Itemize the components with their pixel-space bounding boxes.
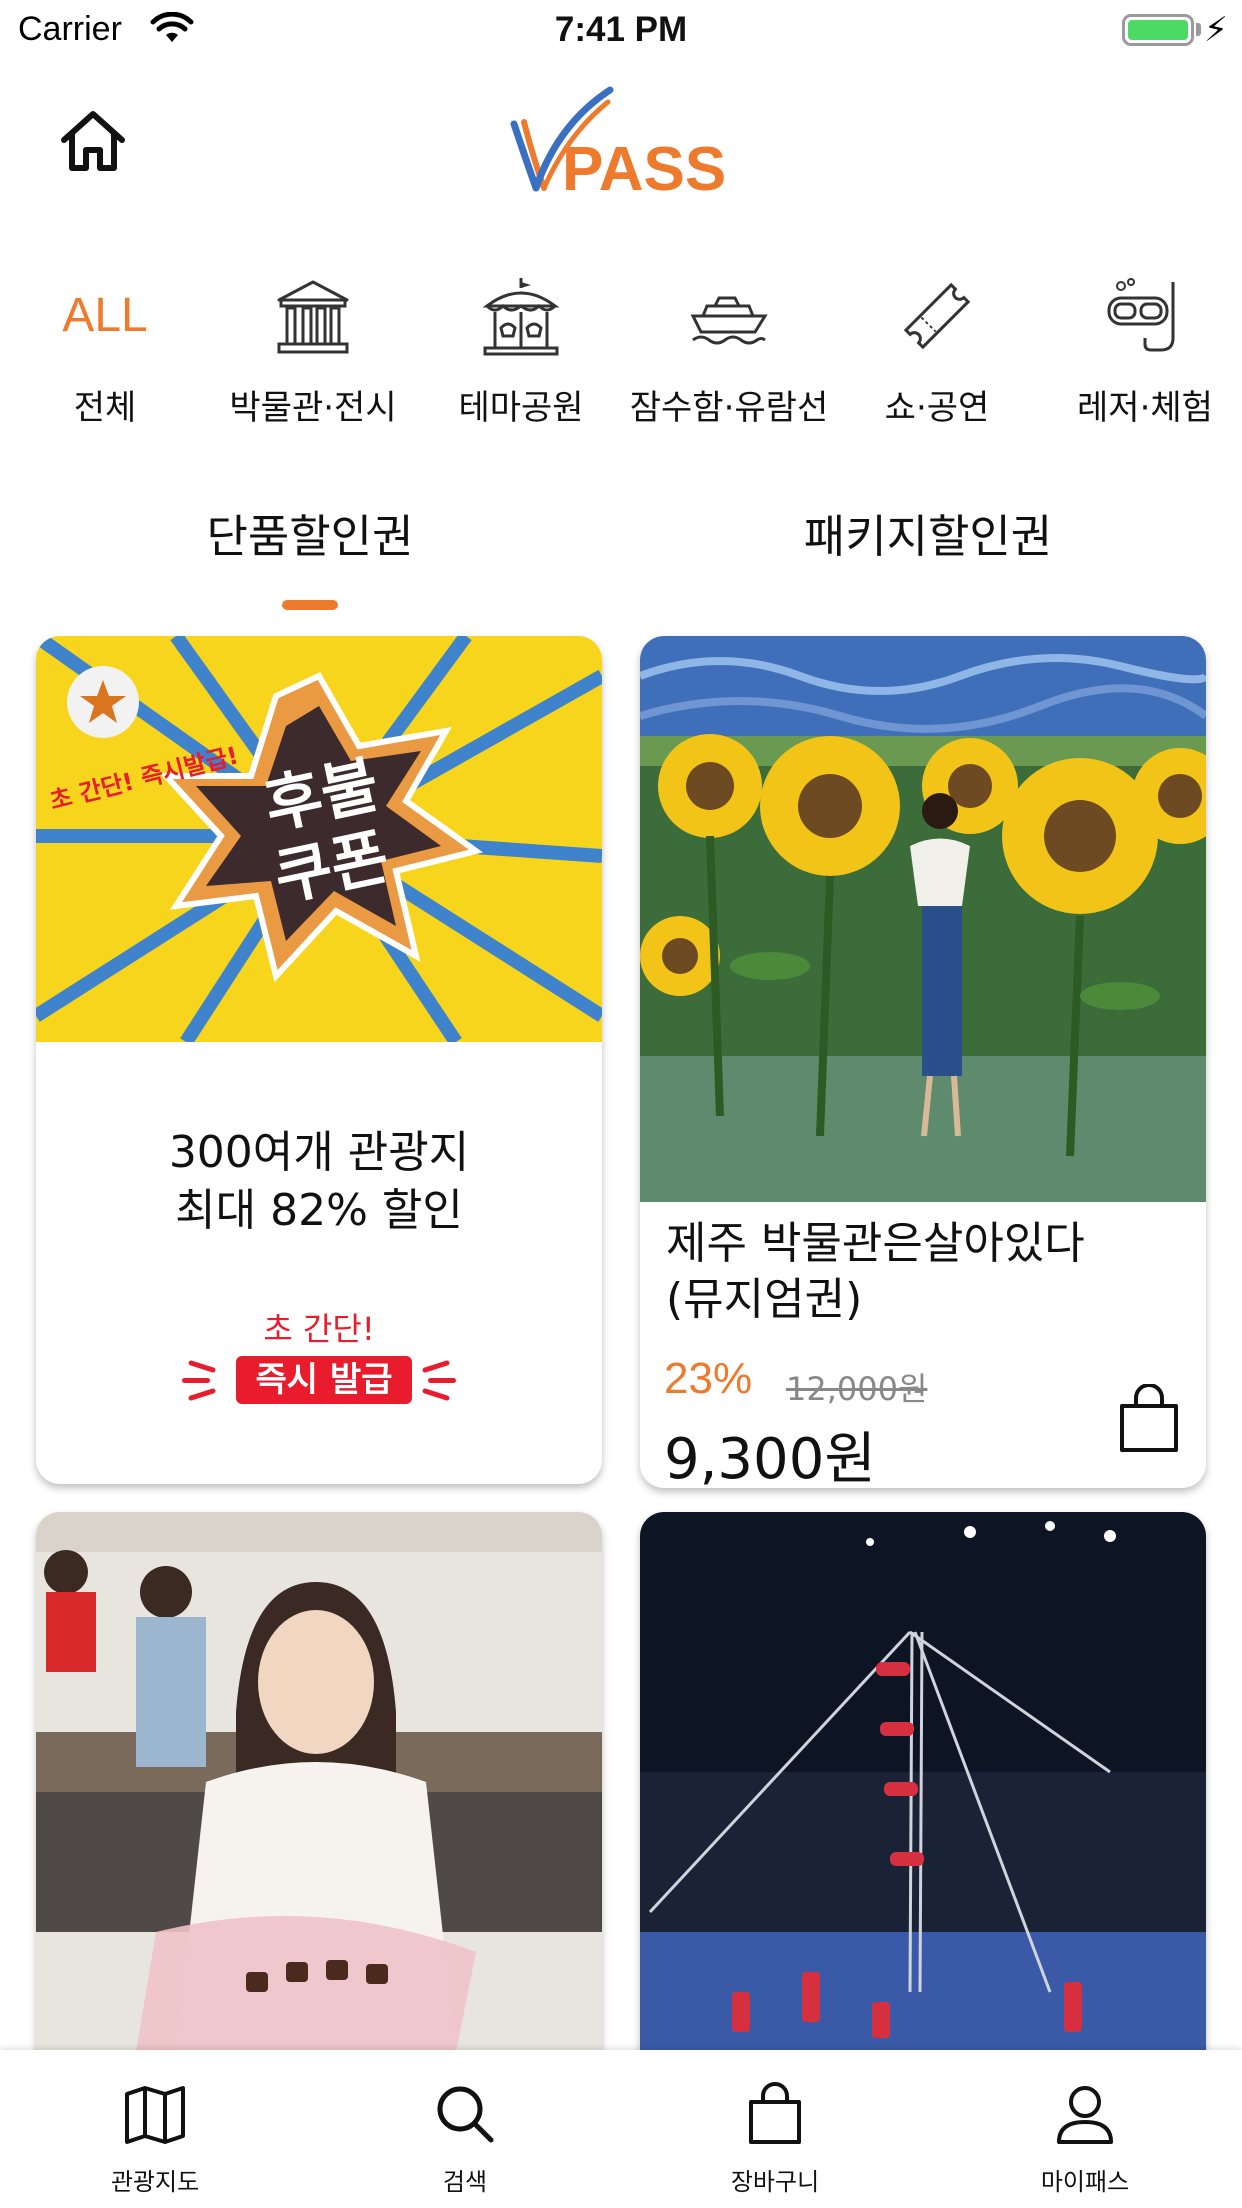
nav-my-pass[interactable]: 마이패스 xyxy=(985,2050,1185,2208)
chocolate-class-image xyxy=(36,1512,602,2052)
original-price: 12,000원 xyxy=(786,1370,928,1408)
pill-accent xyxy=(187,1387,217,1402)
category-leisure[interactable]: 레저·체험 xyxy=(1040,272,1242,432)
category-show[interactable]: 쇼·공연 xyxy=(832,272,1042,432)
clock: 7:41 PM xyxy=(554,10,688,49)
nav-label: 마이패스 xyxy=(1040,2168,1130,2196)
instant-issue-badge: 즉시 발급 xyxy=(236,1356,412,1404)
category-label: 레저·체험 xyxy=(1077,388,1213,428)
nav-search[interactable]: 검색 xyxy=(365,2050,565,2208)
user-icon xyxy=(1057,2086,1113,2144)
tab-package-discount[interactable]: 패키지할인권 xyxy=(728,500,1128,565)
category-theme-park[interactable]: 테마공원 xyxy=(416,272,626,432)
pill-accent xyxy=(187,1359,217,1374)
product-title-line-1: 제주 박물관은살아있다 xyxy=(666,1218,1085,1269)
pill-accent xyxy=(421,1359,451,1374)
charging-icon: ⚡ xyxy=(1204,10,1228,50)
nav-label: 검색 xyxy=(442,2168,488,2196)
search-icon xyxy=(437,2086,494,2143)
snorkel-icon xyxy=(1107,278,1175,352)
tab-indicator xyxy=(282,600,338,610)
pill-accent xyxy=(421,1387,451,1402)
pill-accent xyxy=(428,1378,456,1383)
acrobat-show-image xyxy=(640,1512,1206,2052)
shopping-bag-icon xyxy=(749,2082,801,2144)
ticket-icon xyxy=(903,282,971,350)
home-icon[interactable] xyxy=(58,108,128,174)
museum-icon xyxy=(277,280,349,354)
product-card-coupon[interactable]: 후불 쿠폰 초 간단! 즉시발급! 300여개 관광지 최대 82% 할인 초 … xyxy=(36,636,602,1484)
product-card-museum[interactable]: 제주 박물관은살아있다 (뮤지엄권) 23% 12,000원 9,300원 xyxy=(640,636,1206,1488)
coupon-line-1: 300여개 관광지 xyxy=(168,1127,470,1178)
battery-tip xyxy=(1196,23,1201,36)
carousel-icon xyxy=(482,278,560,356)
add-to-cart-icon[interactable] xyxy=(1116,1384,1182,1456)
product-title-line-2: (뮤지엄권) xyxy=(666,1274,863,1325)
category-all[interactable]: ALL 전체 xyxy=(0,272,210,432)
nav-cart[interactable]: 장바구니 xyxy=(675,2050,875,2208)
cruise-ship-icon xyxy=(690,296,768,345)
sunflower-museum-image xyxy=(640,636,1206,1202)
category-museum[interactable]: 박물관·전시 xyxy=(208,272,418,432)
bottom-navigation: 관광지도 검색 장바구니 마이패스 xyxy=(0,2050,1242,2208)
tab-single-discount[interactable]: 단품할인권 xyxy=(110,500,510,565)
product-title: 제주 박물관은살아있다 (뮤지엄권) xyxy=(666,1216,1186,1328)
battery-icon xyxy=(1122,14,1194,46)
vpass-logo: PASS xyxy=(510,86,726,204)
coupon-line-2: 최대 82% 할인 xyxy=(175,1185,463,1236)
sale-price: 9,300원 xyxy=(664,1427,876,1488)
map-icon xyxy=(125,2086,185,2144)
nav-label: 장바구니 xyxy=(730,2168,820,2196)
logo-text: PASS xyxy=(562,135,726,204)
category-bar: ALL 전체 박물관·전시 테마공원 잠수함·유람선 쇼·공연 레저·체험 xyxy=(0,272,1242,432)
all-icon: ALL xyxy=(62,289,148,342)
tab-bar: 단품할인권 패키지할인권 xyxy=(0,500,1242,615)
nav-tourist-map[interactable]: 관광지도 xyxy=(55,2050,255,2208)
nav-label: 관광지도 xyxy=(110,2168,200,2196)
status-bar: Carrier 7:41 PM ⚡ xyxy=(0,0,1242,60)
category-cruise[interactable]: 잠수함·유람선 xyxy=(624,272,834,432)
coupon-banner-image: 후불 쿠폰 초 간단! 즉시발급! xyxy=(36,636,602,1042)
discount-rate: 23% xyxy=(664,1354,753,1403)
coupon-sub-label: 초 간단! xyxy=(263,1310,375,1348)
product-card-chocolate[interactable] xyxy=(36,1512,602,2052)
product-card-circus[interactable] xyxy=(640,1512,1206,2052)
pill-accent xyxy=(182,1378,210,1383)
